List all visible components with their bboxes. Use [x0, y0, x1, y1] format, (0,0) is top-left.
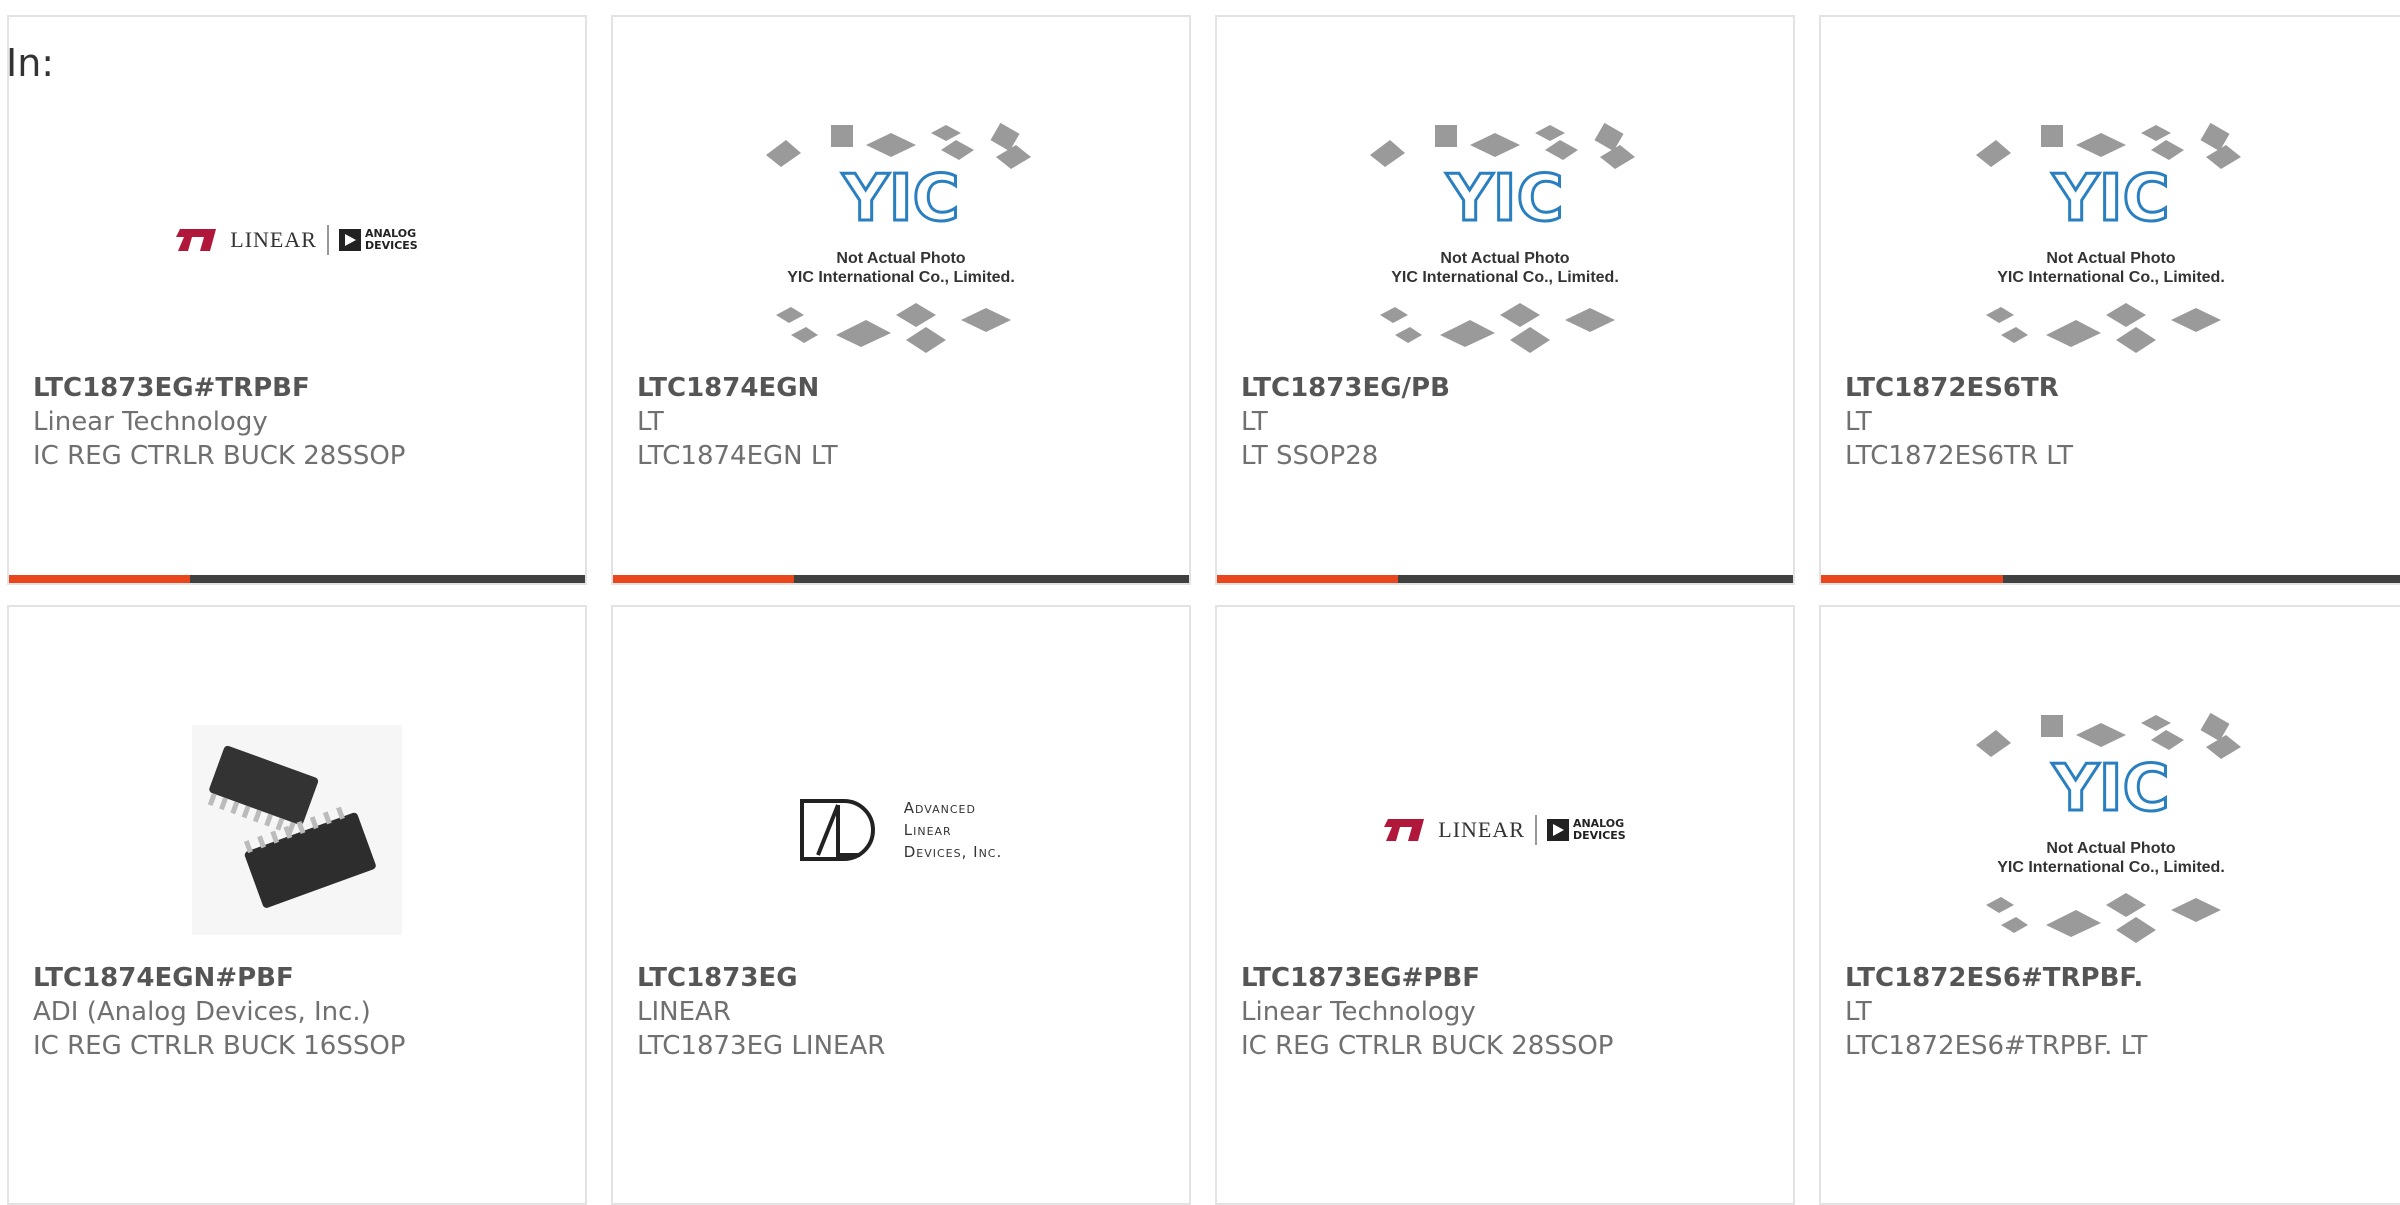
adi-triangle-icon	[338, 229, 361, 251]
product-image-yic-placeholder: YIC Not Actual Photo YIC International C…	[613, 105, 1189, 375]
card-accent-bar	[1821, 575, 2400, 583]
svg-text:YIC: YIC	[2051, 162, 2169, 236]
product-image-ssop-chip-photo	[9, 695, 585, 965]
svg-text:YIC International Co., Limited: YIC International Co., Limited.	[1997, 269, 2225, 286]
part-number[interactable]: LTC1873EG#PBF	[1241, 961, 1781, 995]
product-card[interactable]: YIC Not Actual Photo YIC International C…	[611, 15, 1191, 585]
card-accent-bar	[613, 575, 1189, 583]
manufacturer: LT	[1241, 407, 1268, 437]
linear-wordmark: LINEAR	[1438, 817, 1525, 842]
product-card[interactable]: YIC Not Actual Photo YIC International C…	[1819, 605, 2400, 1205]
ald-wordmark: Advanced Linear Devices, Inc.	[903, 799, 1003, 861]
svg-text:Not Actual Photo: Not Actual Photo	[1440, 250, 1569, 267]
description: IC REG CTRLR BUCK 16SSOP	[33, 1031, 406, 1061]
ald-logo-icon	[799, 799, 875, 861]
adi-logo: ANALOG DEVICES	[1546, 818, 1626, 842]
linear-wordmark: LINEAR	[230, 227, 317, 252]
filter-label: In:	[6, 41, 55, 85]
manufacturer: LT	[1845, 407, 1872, 437]
yic-placeholder-icon: YIC Not Actual Photo YIC International C…	[1370, 122, 1635, 353]
product-card[interactable]: Advanced Linear Devices, Inc. LTC1873EG …	[611, 605, 1191, 1205]
description: LTC1873EG LINEAR	[637, 1031, 886, 1061]
part-number[interactable]: LTC1873EG/PB	[1241, 371, 1781, 405]
product-image-yic-placeholder: YIC Not Actual Photo YIC International C…	[1821, 105, 2400, 375]
part-number[interactable]: LTC1874EGN	[637, 371, 1177, 405]
product-image-ald-logo: Advanced Linear Devices, Inc.	[613, 695, 1189, 965]
svg-text:YIC International Co., Limited: YIC International Co., Limited.	[1391, 269, 1619, 286]
manufacturer: Linear Technology	[1241, 997, 1476, 1027]
product-card[interactable]: LTC1874EGN#PBF ADI (Analog Devices, Inc.…	[7, 605, 587, 1205]
product-grid: LINEAR ANALOG DEVICES LTC1873EG#TRPBF Lin…	[0, 0, 2400, 1205]
product-card[interactable]: LINEAR ANALOG DEVICES LTC1873EG#TRPBF Lin…	[7, 15, 587, 585]
description: LTC1874EGN LT	[637, 441, 838, 471]
svg-text:YIC: YIC	[2051, 752, 2169, 826]
part-number[interactable]: LTC1873EG#TRPBF	[33, 371, 573, 405]
manufacturer: LINEAR	[637, 997, 731, 1027]
description: LTC1872ES6TR LT	[1845, 441, 2074, 471]
product-image-yic-placeholder: YIC Not Actual Photo YIC International C…	[1821, 695, 2400, 965]
manufacturer: LT	[637, 407, 664, 437]
part-number[interactable]: LTC1874EGN#PBF	[33, 961, 573, 995]
yic-placeholder-icon: YIC Not Actual Photo YIC International C…	[1975, 122, 2241, 353]
product-card[interactable]: YIC Not Actual Photo YIC International C…	[1215, 15, 1795, 585]
part-number[interactable]: LTC1872ES6#TRPBF.	[1845, 961, 2388, 995]
adi-logo: ANALOG DEVICES	[338, 228, 418, 252]
product-card[interactable]: LINEAR ANALOG DEVICES LTC1873EG#PBF Linea…	[1215, 605, 1795, 1205]
part-number[interactable]: LTC1872ES6TR	[1845, 371, 2388, 405]
logo-separator	[326, 225, 329, 255]
yic-placeholder-icon: YIC Not Actual Photo YIC International C…	[1975, 712, 2241, 943]
product-image-yic-placeholder: YIC Not Actual Photo YIC International C…	[1217, 105, 1793, 375]
linear-logo-icon	[176, 229, 217, 251]
linear-logo-icon	[1384, 819, 1425, 841]
card-accent-bar	[1217, 575, 1793, 583]
manufacturer: LT	[1845, 997, 1872, 1027]
product-card[interactable]: YIC Not Actual Photo YIC International C…	[1819, 15, 2400, 585]
manufacturer: Linear Technology	[33, 407, 268, 437]
description: IC REG CTRLR BUCK 28SSOP	[33, 441, 406, 471]
svg-text:YIC: YIC	[1445, 162, 1563, 236]
svg-text:Not Actual Photo: Not Actual Photo	[2046, 840, 2175, 857]
chip-photo-icon	[192, 725, 402, 935]
svg-text:YIC International Co., Limited: YIC International Co., Limited.	[1997, 859, 2225, 876]
svg-text:YIC: YIC	[841, 162, 959, 236]
logo-separator	[1534, 815, 1537, 845]
product-image-linear-adi-logo: LINEAR ANALOG DEVICES	[1217, 695, 1793, 965]
svg-text:Not Actual Photo: Not Actual Photo	[836, 250, 965, 267]
description: IC REG CTRLR BUCK 28SSOP	[1241, 1031, 1614, 1061]
manufacturer: ADI (Analog Devices, Inc.)	[33, 997, 371, 1027]
description: LT SSOP28	[1241, 441, 1379, 471]
part-number[interactable]: LTC1873EG	[637, 961, 1177, 995]
svg-text:YIC International Co., Limited: YIC International Co., Limited.	[787, 269, 1015, 286]
adi-triangle-icon	[1546, 819, 1569, 841]
product-image-linear-adi-logo: LINEAR ANALOG DEVICES	[9, 105, 585, 375]
card-accent-bar	[9, 575, 585, 583]
svg-text:Not Actual Photo: Not Actual Photo	[2046, 250, 2175, 267]
description: LTC1872ES6#TRPBF. LT	[1845, 1031, 2148, 1061]
yic-placeholder-icon: YIC Not Actual Photo YIC International C…	[766, 122, 1031, 353]
